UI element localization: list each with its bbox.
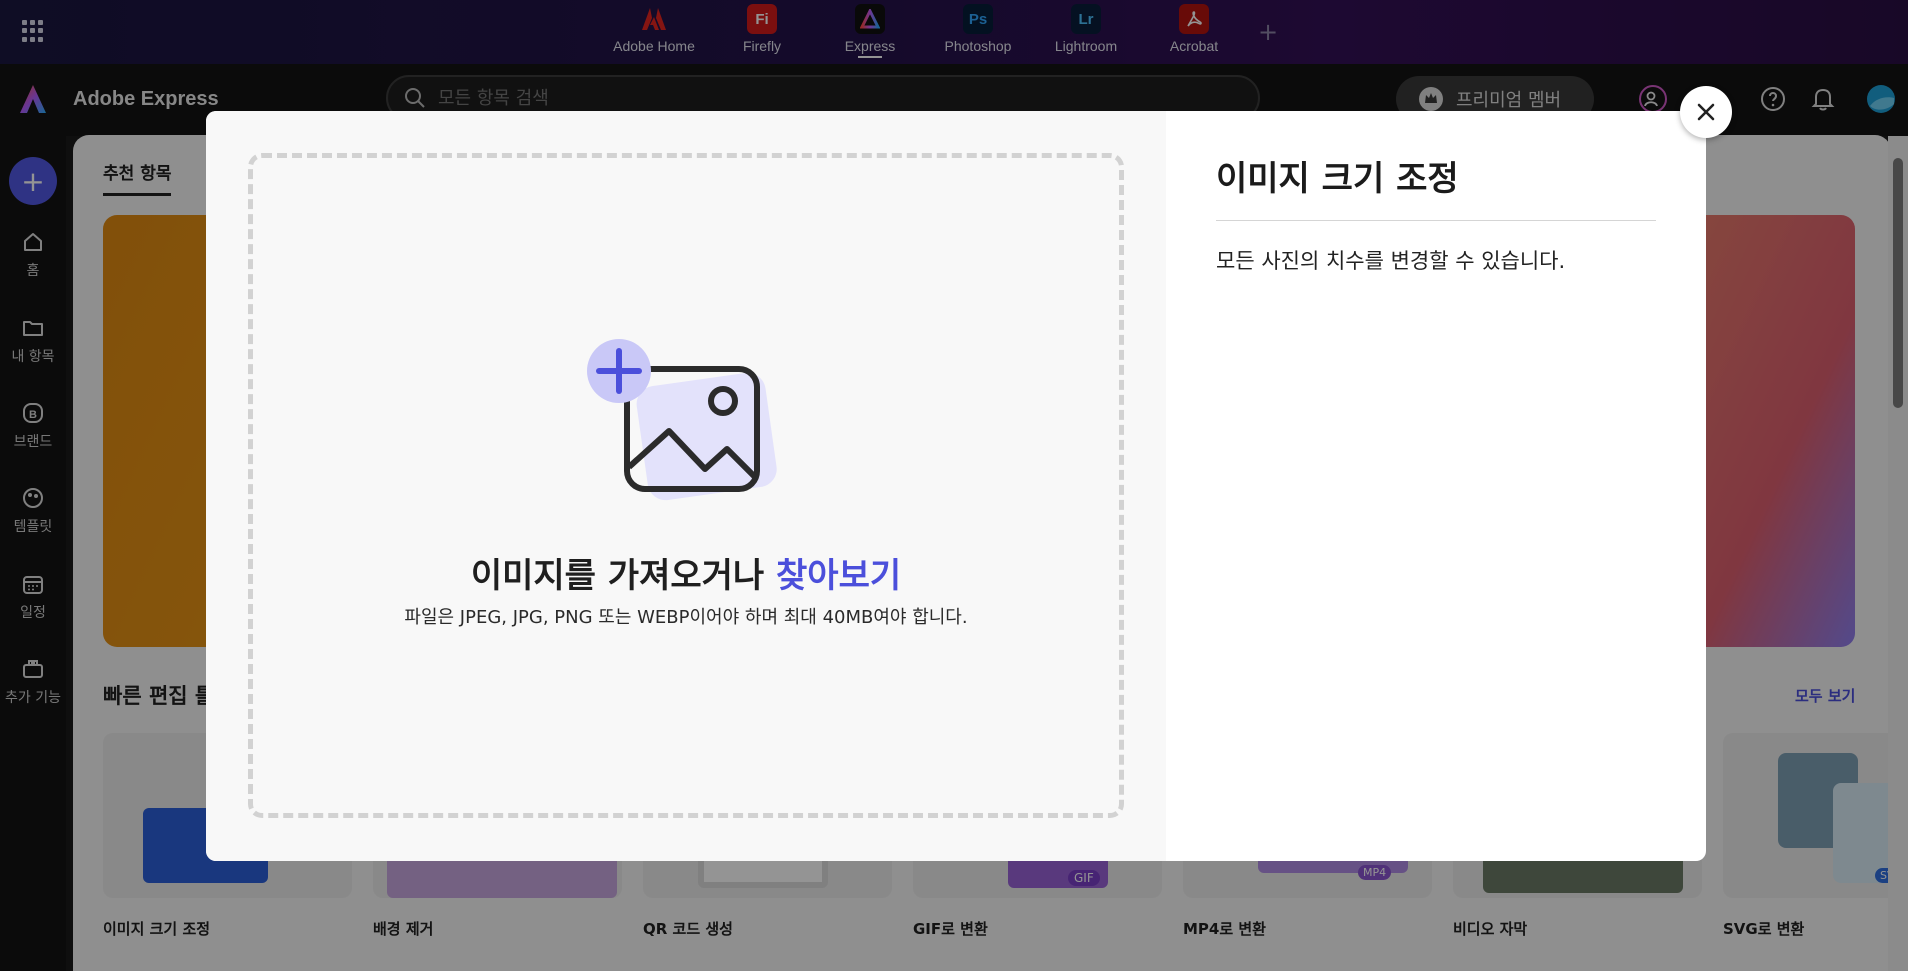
info-panel: 이미지 크기 조정 모든 사진의 치수를 변경할 수 있습니다. bbox=[1166, 111, 1706, 861]
upload-panel: 이미지를 가져오거나 찾아보기 파일은 JPEG, JPG, PNG 또는 WE… bbox=[206, 111, 1166, 861]
drop-title: 이미지를 가져오거나 찾아보기 bbox=[206, 548, 1166, 597]
dialog-description: 모든 사진의 치수를 변경할 수 있습니다. bbox=[1216, 249, 1566, 273]
dialog-title: 이미지 크기 조정 bbox=[1216, 151, 1656, 221]
close-icon bbox=[1697, 103, 1715, 121]
close-dialog-button[interactable] bbox=[1680, 86, 1732, 138]
add-image-icon bbox=[587, 339, 787, 519]
file-requirements: 파일은 JPEG, JPG, PNG 또는 WEBP이어야 하며 최대 40MB… bbox=[404, 607, 968, 628]
drop-title-text: 이미지를 가져오거나 bbox=[470, 556, 765, 596]
resize-image-dialog: 이미지를 가져오거나 찾아보기 파일은 JPEG, JPG, PNG 또는 WE… bbox=[206, 111, 1706, 861]
browse-link[interactable]: 찾아보기 bbox=[776, 556, 901, 596]
